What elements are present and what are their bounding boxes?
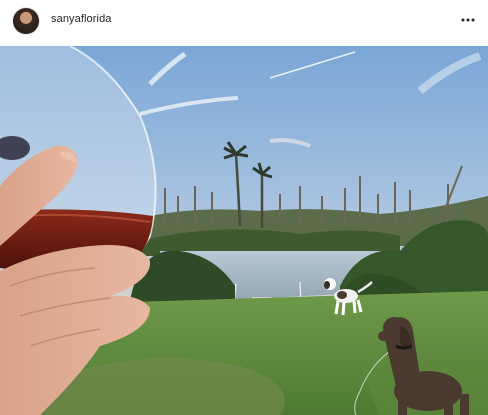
post-photo[interactable] bbox=[0, 46, 488, 415]
more-options-button[interactable] bbox=[458, 10, 478, 30]
avatar[interactable] bbox=[13, 8, 39, 34]
ellipsis-icon bbox=[461, 18, 475, 22]
post-header: sanyaflorida bbox=[0, 0, 488, 44]
username-link[interactable]: sanyaflorida bbox=[51, 13, 112, 25]
